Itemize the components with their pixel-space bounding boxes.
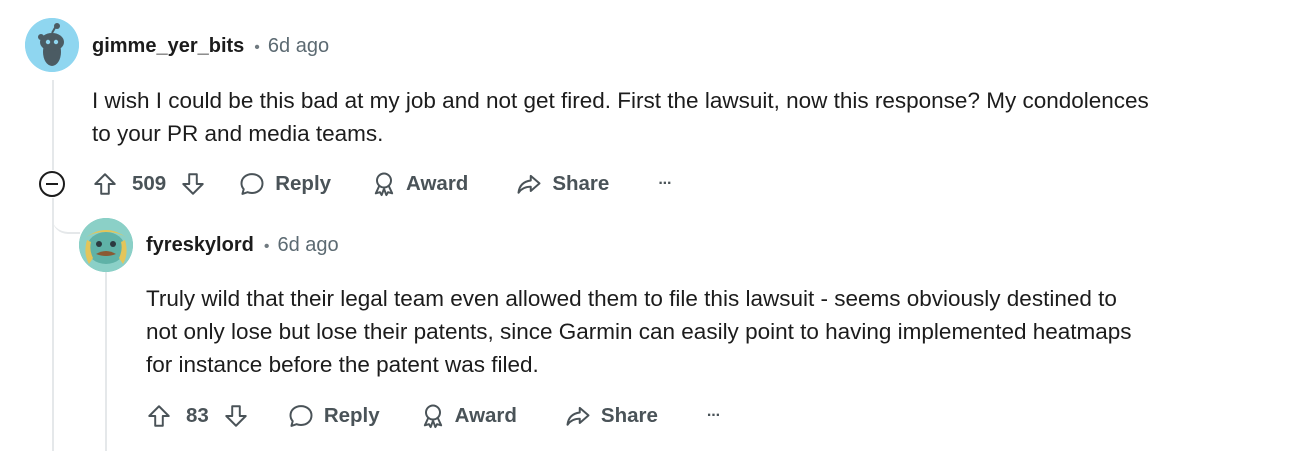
upvote-arrow-icon: [94, 173, 116, 195]
comment-body-line: for instance before the patent was filed…: [146, 352, 539, 377]
comment-body-line: to your PR and media teams.: [92, 121, 384, 146]
reply-button[interactable]: Reply: [287, 402, 380, 430]
more-options-button[interactable]: ···: [658, 175, 672, 193]
comment-meta: gimme_yer_bits • 6d ago: [92, 35, 329, 58]
minus-icon: [46, 183, 58, 185]
thread-line-parent: [52, 80, 54, 170]
reply-label: Reply: [275, 172, 332, 195]
comment-bubble-icon: [289, 405, 313, 427]
award-label: Award: [406, 172, 469, 195]
more-options-icon: ···: [706, 407, 721, 424]
timestamp[interactable]: 6d ago: [268, 35, 329, 58]
vote-count: 509: [132, 172, 167, 195]
downvote-button[interactable]: [180, 171, 206, 197]
more-options-button[interactable]: ···: [706, 407, 721, 425]
comment-meta: fyreskylord • 6d ago: [146, 234, 339, 257]
more-options-icon: ···: [658, 175, 672, 192]
reply-label: Reply: [323, 404, 380, 427]
comment-action-bar: 509 Reply Award Share ···: [92, 166, 672, 202]
comment-body-line: I wish I could be this bad at my job and…: [92, 88, 1149, 113]
username[interactable]: gimme_yer_bits: [92, 35, 244, 58]
share-label: Share: [600, 404, 658, 427]
share-arrow-icon: [517, 174, 541, 194]
downvote-arrow-icon: [225, 405, 247, 427]
upvote-arrow-icon: [148, 405, 170, 427]
comment-bubble-icon: [240, 173, 264, 195]
reply-button[interactable]: Reply: [238, 170, 331, 198]
meta-separator: •: [254, 39, 260, 56]
share-button[interactable]: Share: [564, 402, 658, 430]
snoo-avatar-icon: [25, 18, 79, 72]
share-button[interactable]: Share: [515, 170, 609, 198]
upvote-button[interactable]: [146, 403, 172, 429]
snoo-avatar-icon: [79, 218, 133, 272]
meta-separator: •: [263, 238, 270, 255]
award-button[interactable]: Award: [370, 170, 468, 198]
share-arrow-icon: [566, 406, 590, 426]
award-label: Award: [454, 404, 517, 427]
award-ribbon-icon: [374, 172, 394, 197]
collapse-thread-button[interactable]: [39, 171, 65, 197]
thread-line-reply: [105, 272, 107, 451]
avatar[interactable]: [79, 218, 133, 272]
username[interactable]: fyreskylord: [146, 234, 254, 257]
reply-connector: [52, 200, 80, 234]
comment-action-bar: 83 Reply Award Share ···: [146, 398, 721, 434]
vote-count: 83: [186, 404, 209, 427]
timestamp[interactable]: 6d ago: [277, 234, 338, 257]
downvote-button[interactable]: [223, 403, 249, 429]
comment-body-line: Truly wild that their legal team even al…: [146, 286, 1117, 311]
downvote-arrow-icon: [182, 173, 204, 195]
avatar[interactable]: [25, 18, 79, 72]
comment-body-line: not only lose but lose their patents, si…: [146, 319, 1132, 344]
award-ribbon-icon: [423, 404, 442, 429]
upvote-button[interactable]: [92, 171, 118, 197]
award-button[interactable]: Award: [419, 402, 517, 430]
share-label: Share: [552, 172, 610, 195]
thread-line-parent-lower: [52, 198, 54, 451]
